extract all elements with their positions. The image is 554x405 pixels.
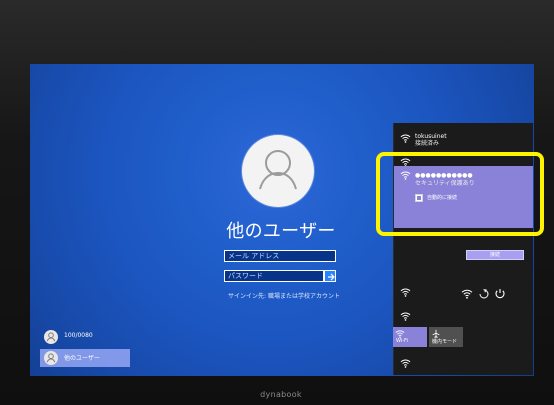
arrow-right-icon	[328, 273, 335, 281]
network-item[interactable]: tokusuinet 接続済み	[394, 129, 533, 149]
user-label: 100/0080	[64, 332, 93, 339]
network-item[interactable]	[394, 153, 533, 167]
network-item[interactable]	[394, 354, 533, 368]
network-status: 接続済み	[415, 140, 440, 147]
user-avatar-icon	[46, 332, 56, 342]
user-avatar-icon	[46, 353, 56, 363]
submit-button[interactable]	[324, 270, 336, 282]
bezel-label: dynabook	[260, 390, 302, 399]
network-icon[interactable]	[461, 288, 473, 300]
network-item[interactable]	[394, 307, 533, 321]
connect-button[interactable]: 接続	[466, 250, 524, 260]
user-list-item[interactable]: 100/0080	[40, 328, 130, 346]
quick-action-tiles: Wi-Fi 機内モード	[393, 327, 532, 347]
wifi-tile[interactable]: Wi-Fi	[393, 327, 427, 347]
username: 他のユーザー	[226, 221, 336, 242]
power-icon[interactable]	[494, 288, 506, 300]
auto-connect-label: 自動的に接続	[427, 195, 458, 201]
login-screen: 他のユーザー メール アドレス パスワード サインイン先: 職場または学校アカウ…	[30, 64, 534, 376]
wifi-icon	[400, 312, 411, 321]
airplane-tile[interactable]: 機内モード	[429, 327, 463, 347]
mini-avatar	[44, 351, 58, 365]
mini-avatar	[44, 330, 58, 344]
wifi-icon	[400, 359, 411, 368]
password-input[interactable]: パスワード	[224, 270, 324, 282]
email-input[interactable]: メール アドレス	[224, 250, 336, 262]
ease-of-access-icon[interactable]	[478, 288, 490, 300]
user-avatar	[242, 135, 314, 207]
user-avatar-icon	[259, 150, 297, 190]
selected-network-item[interactable]: ●●●●●●●●●●● セキュリティ保護あり 自動的に接続 接続	[394, 166, 533, 260]
network-name: tokusuinet	[415, 133, 447, 140]
wifi-icon	[400, 288, 411, 297]
user-list-item-selected[interactable]: 他のユーザー	[40, 349, 130, 367]
wifi-icon	[400, 171, 411, 180]
network-security: セキュリティ保護あり	[415, 180, 475, 187]
email-placeholder: メール アドレス	[228, 252, 280, 260]
user-label: 他のユーザー	[64, 355, 100, 362]
wifi-icon	[400, 134, 411, 143]
wifi-tile-label: Wi-Fi	[396, 338, 408, 344]
photo-frame: 他のユーザー メール アドレス パスワード サインイン先: 職場または学校アカウ…	[0, 0, 554, 405]
auto-connect-checkbox[interactable]	[415, 194, 423, 202]
airplane-tile-label: 機内モード	[432, 339, 458, 345]
network-name: ●●●●●●●●●●●	[415, 172, 473, 179]
password-placeholder: パスワード	[228, 272, 263, 280]
signin-link[interactable]: サインイン先: 職場または学校アカウント	[204, 291, 364, 300]
